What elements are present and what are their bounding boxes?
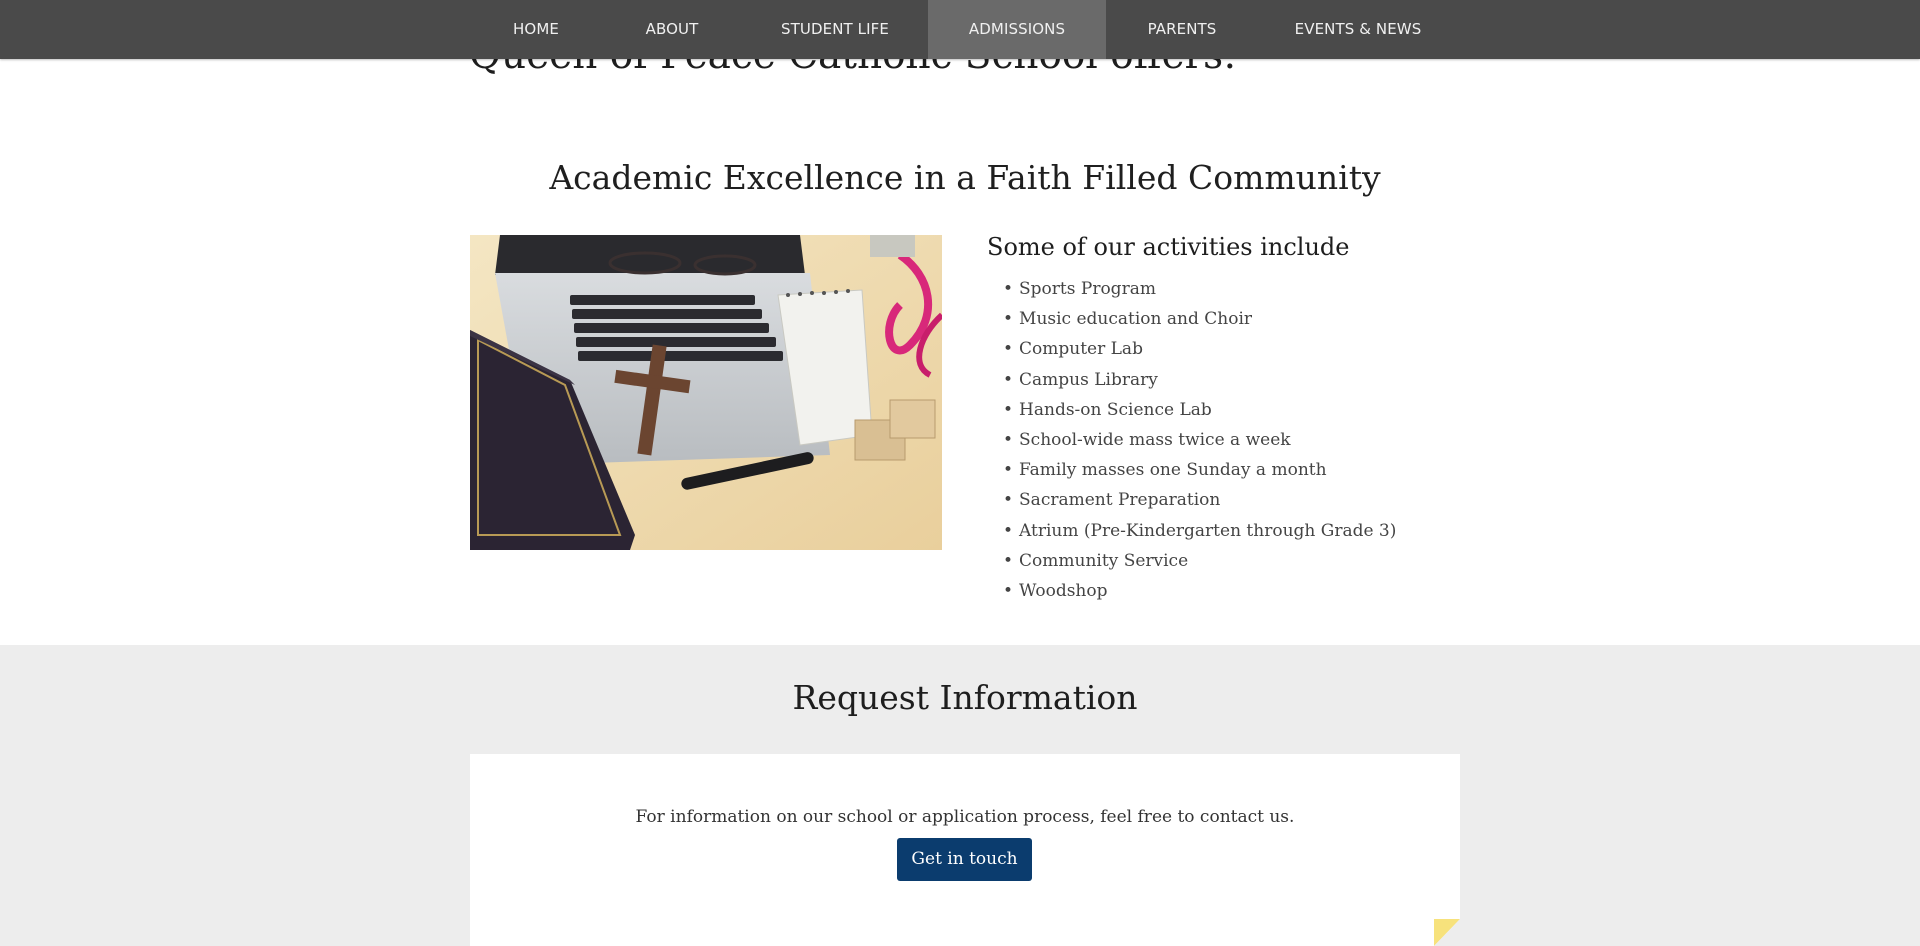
list-item: Family masses one Sunday a month bbox=[1003, 455, 1396, 485]
get-in-touch-button[interactable]: Get in touch bbox=[897, 838, 1032, 881]
nav-item-student-life[interactable]: STUDENT LIFE bbox=[745, 0, 925, 59]
list-item: Community Service bbox=[1003, 546, 1396, 576]
request-card: For information on our school or applica… bbox=[470, 754, 1460, 946]
nav-item-parents[interactable]: PARENTS bbox=[1122, 0, 1242, 59]
request-title: Request Information bbox=[792, 678, 1138, 717]
list-item: Atrium (Pre-Kindergarten through Grade 3… bbox=[1003, 516, 1396, 546]
nav-item-about[interactable]: ABOUT bbox=[612, 0, 732, 59]
main-navigation: HOME ABOUT STUDENT LIFE ADMISSIONS PAREN… bbox=[0, 0, 1920, 59]
list-item: Woodshop bbox=[1003, 576, 1396, 606]
desk-photo bbox=[470, 235, 942, 550]
nav-item-admissions[interactable]: ADMISSIONS bbox=[928, 0, 1106, 59]
list-item: Music education and Choir bbox=[1003, 304, 1396, 334]
list-item: Sacrament Preparation bbox=[1003, 485, 1396, 515]
list-item: Sports Program bbox=[1003, 274, 1396, 304]
nav-item-events-news[interactable]: EVENTS & NEWS bbox=[1280, 0, 1436, 59]
academics-title: Academic Excellence in a Faith Filled Co… bbox=[549, 158, 1381, 197]
activities-title: Some of our activities include bbox=[987, 233, 1350, 261]
list-item: School-wide mass twice a week bbox=[1003, 425, 1396, 455]
list-item: Computer Lab bbox=[1003, 334, 1396, 364]
list-item: Campus Library bbox=[1003, 365, 1396, 395]
request-text: For information on our school or applica… bbox=[635, 807, 1295, 827]
request-information-section: Request Information For information on o… bbox=[0, 645, 1920, 946]
corner-flag-icon bbox=[1434, 919, 1460, 946]
activities-list: Sports Program Music education and Choir… bbox=[1003, 274, 1396, 606]
nav-item-home[interactable]: HOME bbox=[476, 0, 596, 59]
list-item: Hands-on Science Lab bbox=[1003, 395, 1396, 425]
